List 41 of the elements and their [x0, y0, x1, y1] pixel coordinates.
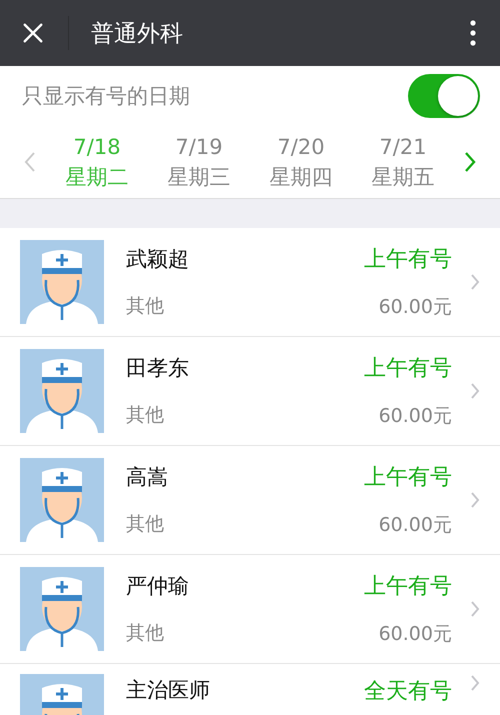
doctor-row[interactable]: 田孝东 其他 上午有号 60.00元: [0, 337, 500, 446]
department-label: 其他: [126, 621, 165, 646]
close-icon[interactable]: [22, 22, 44, 44]
doctor-row[interactable]: 高嵩 其他 上午有号 60.00元: [0, 446, 500, 555]
doctor-avatar-icon: [20, 240, 104, 324]
chevron-right-icon: [470, 273, 480, 291]
doctor-avatar-icon: [20, 349, 104, 433]
date-tab[interactable]: 7/19 星期三: [158, 132, 240, 192]
more-icon[interactable]: [470, 20, 476, 46]
price-label: 60.00元: [378, 513, 452, 538]
doctor-avatar-icon: [20, 567, 104, 651]
toggle-switch[interactable]: [408, 74, 480, 118]
department-label: 其他: [126, 512, 165, 537]
doctor-name: 严仲瑜: [126, 573, 190, 600]
doctor-row[interactable]: 严仲瑜 其他 上午有号 60.00元: [0, 555, 500, 664]
doctor-row[interactable]: 主治医师 全天有号: [0, 664, 500, 715]
availability-label: 全天有号: [364, 678, 452, 706]
chevron-right-icon[interactable]: [464, 150, 476, 172]
chevron-right-icon: [470, 600, 480, 618]
chevron-right-icon: [470, 674, 480, 692]
chevron-right-icon: [470, 491, 480, 509]
doctor-name: 田孝东: [126, 355, 190, 382]
doctor-row[interactable]: 武颖超 其他 上午有号 60.00元: [0, 228, 500, 337]
filter-label: 只显示有号的日期: [22, 82, 190, 110]
doctor-name: 高嵩: [126, 464, 169, 491]
date-tab[interactable]: 7/21 星期五: [362, 132, 444, 192]
price-label: 60.00元: [378, 622, 452, 647]
department-label: 其他: [126, 403, 165, 428]
availability-label: 上午有号: [364, 573, 452, 601]
availability-label: 上午有号: [364, 355, 452, 383]
date-tab[interactable]: 7/20 星期四: [260, 132, 342, 192]
availability-label: 上午有号: [364, 246, 452, 274]
doctor-name: 主治医师: [126, 677, 211, 704]
price-label: 60.00元: [378, 295, 452, 320]
availability-label: 上午有号: [364, 464, 452, 492]
doctor-avatar-icon: [20, 458, 104, 542]
chevron-right-icon: [470, 382, 480, 400]
doctor-name: 武颖超: [126, 246, 190, 273]
price-label: 60.00元: [378, 404, 452, 429]
page-title: 普通外科: [91, 20, 184, 48]
department-label: 其他: [126, 294, 165, 319]
